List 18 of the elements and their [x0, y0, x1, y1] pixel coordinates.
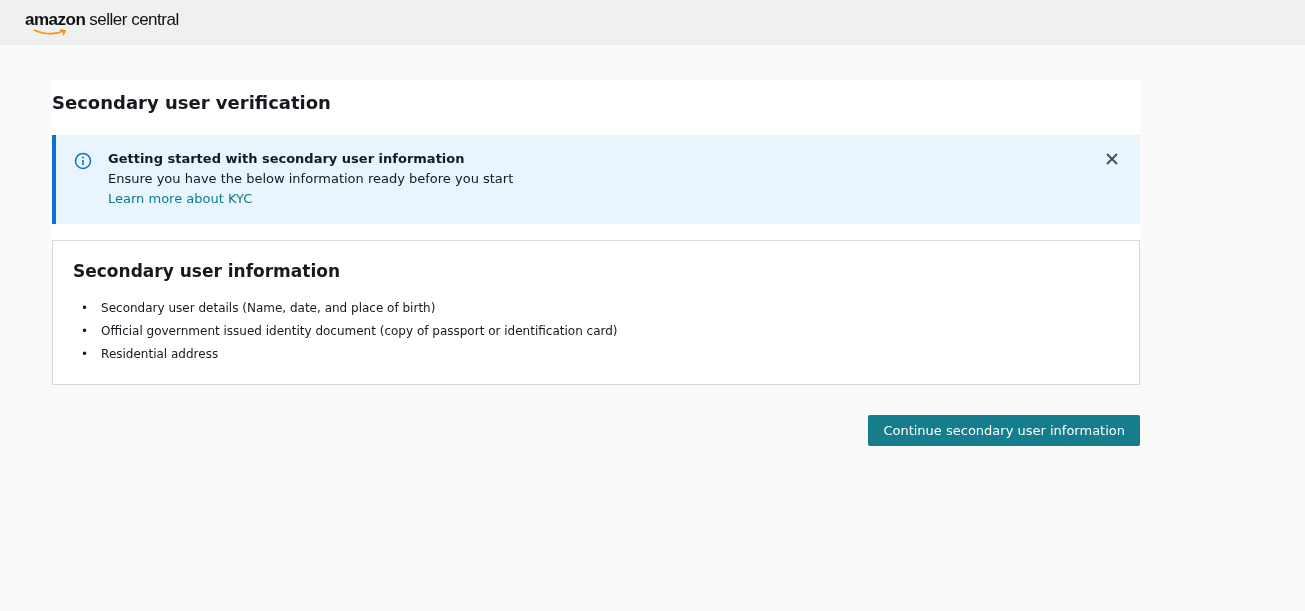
list-bullet: •: [81, 347, 89, 361]
learn-more-link[interactable]: Learn more about KYC: [108, 191, 1104, 206]
alert-title: Getting started with secondary user information: [108, 151, 466, 166]
close-button[interactable]: [1104, 151, 1120, 167]
list-item: Secondary user details (Name, date, and place of birth): [101, 301, 436, 315]
list-bullet: •: [81, 301, 89, 315]
continue-button[interactable]: Continue secondary user information: [868, 415, 1140, 446]
card-title: Secondary user information: [73, 261, 342, 281]
alert-message: Ensure you have the below information ready before you start: [108, 171, 515, 186]
page-title: Secondary user verification: [52, 92, 332, 113]
close-icon: [1106, 153, 1118, 165]
list-item: Residential address: [101, 347, 219, 361]
list-bullet: •: [81, 324, 89, 338]
info-icon: [74, 152, 92, 170]
logo-product: seller central: [89, 9, 179, 30]
logo-brand: amazon: [25, 9, 86, 30]
list-item: Official government issued identity document (copy of passport or identification card): [101, 324, 618, 338]
smile-arrow-icon: [33, 28, 67, 36]
